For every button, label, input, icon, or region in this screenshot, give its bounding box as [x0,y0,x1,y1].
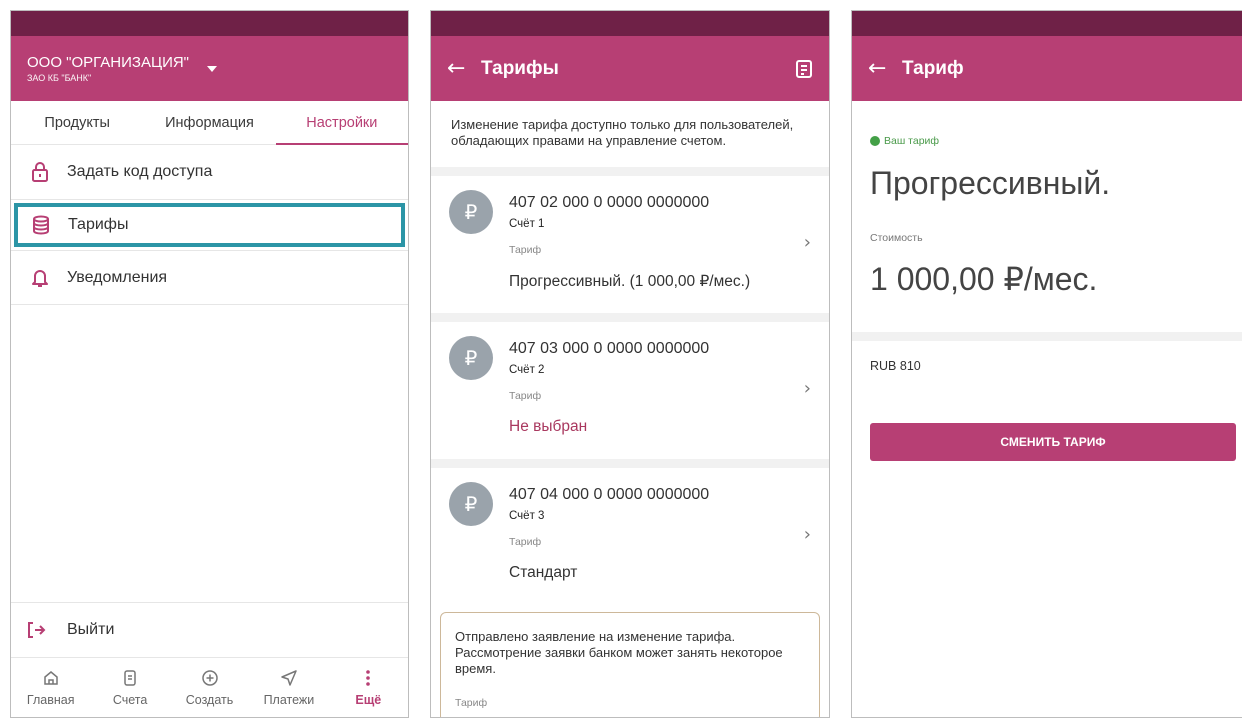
menu-item-notifications[interactable]: Уведомления [11,250,408,305]
tariff-label: Тариф [509,390,542,402]
change-tariff-button[interactable]: СМЕНИТЬ ТАРИФ [870,423,1236,461]
nav-create[interactable]: Создать [170,658,249,717]
tariff-label: Тариф [509,244,542,256]
currency-code: RUB 810 [870,359,921,373]
document-icon [124,669,136,686]
page-title: Тариф [902,57,964,79]
divider [431,459,829,468]
plan-name: Прогрессивный. [870,165,1111,201]
account-name: Счёт 3 [509,510,545,522]
menu-item-label: Тарифы [68,216,129,233]
tariff-detail-screen: ← Тариф Ваш тариф Прогрессивный. Стоимос… [851,10,1242,718]
database-icon [32,215,68,235]
back-arrow-icon[interactable]: ← [447,56,481,81]
account-card[interactable]: ₽ 407 02 000 0 0000 0000000 Счёт 1 Тариф… [431,176,829,313]
divider [431,313,829,322]
bottom-nav: Главная Счета Создать Платежи Ещё [11,657,408,717]
menu-item-label: Уведомления [67,268,168,286]
chevron-right-icon: › [803,378,811,399]
tariff-value: Не выбран [509,418,588,435]
status-bar [11,11,408,36]
org-switcher[interactable]: ООО "ОРГАНИЗАЦИЯ" ЗАО КБ "БАНК" [27,54,218,83]
nav-label: Создать [185,692,234,707]
notice-label: Тариф [455,697,488,709]
tab-information[interactable]: Информация [143,101,275,144]
status-bar [431,11,829,36]
back-arrow-icon[interactable]: ← [868,56,902,81]
nav-label: Платежи [263,692,315,707]
app-bar: ООО "ОРГАНИЗАЦИЯ" ЗАО КБ "БАНК" [11,36,408,101]
nav-label: Счета [112,692,148,707]
status-bar [852,11,1242,36]
divider [431,167,829,176]
org-title: ООО "ОРГАНИЗАЦИЯ" [27,54,190,71]
nav-home[interactable]: Главная [11,658,90,717]
document-list-icon[interactable] [795,59,813,79]
account-number: 407 04 000 0 0000 0000000 [509,486,710,503]
tariff-change-notice: Отправлено заявление на изменение тарифа… [440,612,820,717]
chevron-right-icon: › [803,232,811,253]
tariffs-screen: ← Тарифы Изменение тарифа доступно тольк… [430,10,830,718]
account-card[interactable]: ₽ 407 03 000 0 0000 0000000 Счёт 2 Тариф… [431,322,829,459]
account-card[interactable]: ₽ 407 04 000 0 0000 0000000 Счёт 3 Тариф… [431,468,829,605]
settings-screen: ООО "ОРГАНИЗАЦИЯ" ЗАО КБ "БАНК" Продукты… [10,10,409,718]
logout-label: Выйти [67,621,115,638]
cost-value: 1 000,00 ₽/мес. [870,261,1098,297]
nav-label: Главная [26,692,75,707]
chevron-right-icon: › [803,524,811,545]
status-dot-icon [870,136,880,146]
more-vertical-icon [366,669,371,686]
send-icon [281,669,297,686]
logout-item[interactable]: Выйти [11,602,408,657]
plus-circle-icon [201,669,218,686]
app-bar: ← Тарифы [431,36,829,101]
nav-more[interactable]: Ещё [329,658,408,717]
nav-payments[interactable]: Платежи [249,658,328,717]
nav-label: Ещё [355,692,382,707]
logout-icon [27,621,67,639]
ruble-avatar-icon: ₽ [449,482,493,526]
tab-bar: Продукты Информация Настройки [11,101,408,145]
your-tariff-label: Ваш тариф [884,135,940,147]
account-name: Счёт 1 [509,218,545,230]
notice-text: Отправлено заявление на изменение тарифа… [455,629,783,676]
account-number: 407 03 000 0 0000 0000000 [509,340,710,357]
caret-down-icon [207,65,218,72]
page-title: Тарифы [481,57,559,79]
menu-item-access-code[interactable]: Задать код доступа [11,145,408,200]
tariff-info-text: Изменение тарифа доступно только для пол… [451,117,794,148]
tariff-label: Тариф [509,536,542,548]
menu-item-tariffs[interactable]: Тарифы [14,203,405,247]
org-subtitle: ЗАО КБ "БАНК" [27,73,92,83]
menu-item-label: Задать код доступа [67,163,213,180]
account-name: Счёт 2 [509,364,545,376]
tab-settings[interactable]: Настройки [275,101,408,145]
divider [852,332,1242,341]
your-tariff-badge: Ваш тариф [852,101,1242,147]
tab-products[interactable]: Продукты [11,101,143,144]
tariff-value: Стандарт [509,564,578,581]
cost-label: Стоимость [870,232,923,244]
account-number: 407 02 000 0 0000 0000000 [509,194,710,211]
bell-icon [31,268,67,288]
home-icon [43,670,58,685]
ruble-avatar-icon: ₽ [449,336,493,380]
ruble-avatar-icon: ₽ [449,190,493,234]
tariff-value: Прогрессивный. (1 000,00 ₽/мес.) [509,273,751,290]
lock-icon [31,162,67,182]
app-bar: ← Тариф [852,36,1242,101]
nav-accounts[interactable]: Счета [90,658,169,717]
